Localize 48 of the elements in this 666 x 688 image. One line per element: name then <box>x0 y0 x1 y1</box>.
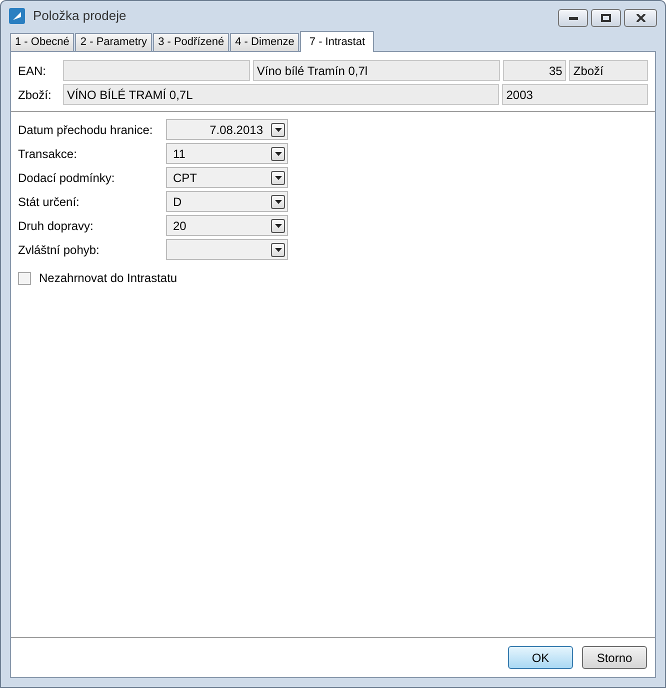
read-only-field: VÍNO BÍLÉ TRAMÍ 0,7L <box>62 84 500 105</box>
read-only-field: 35 <box>502 60 566 81</box>
dropdown-field[interactable]: CPT <box>166 167 288 188</box>
caret-icon <box>274 200 282 204</box>
field-label: EAN: <box>18 62 48 80</box>
close-button[interactable] <box>624 9 657 27</box>
read-only-field: 2003 <box>502 84 648 105</box>
field-label: Stát určení: <box>18 194 80 210</box>
dropdown-field[interactable]: D <box>166 191 288 212</box>
minimize-button[interactable] <box>558 9 588 27</box>
tab[interactable]: 3 - Podřízené <box>153 33 230 51</box>
close-icon <box>636 14 646 22</box>
field-label: Transakce: <box>18 146 78 162</box>
caret-icon <box>274 224 282 228</box>
tab[interactable]: 4 - Dimenze <box>230 33 300 51</box>
dialog-button[interactable]: Storno <box>582 646 647 669</box>
dropdown-field[interactable]: 7.08.2013 <box>166 119 288 140</box>
tab[interactable]: 1 - Obecné <box>10 33 74 51</box>
caret-icon <box>274 152 282 156</box>
field-label: Zboží: <box>18 86 52 104</box>
restore-icon <box>601 14 611 22</box>
app-logo-icon <box>9 8 25 24</box>
tab[interactable]: 7 - Intrastat <box>300 31 374 52</box>
dialog-button[interactable]: OK <box>508 646 573 669</box>
read-only-field: Víno bílé Tramín 0,7l <box>252 60 500 81</box>
dropdown-button[interactable] <box>271 146 285 160</box>
field-label: Dodací podmínky: <box>18 170 116 186</box>
field-label: Zvláštní pohyb: <box>18 242 100 258</box>
checkbox-label: Nezahrnovat do Intrastatu <box>39 270 178 287</box>
maximize-button[interactable] <box>591 9 621 27</box>
window-title: Položka prodeje <box>33 7 126 26</box>
read-only-field: Zboží <box>569 60 648 81</box>
dropdown-button[interactable] <box>271 170 285 184</box>
caret-icon <box>274 128 282 132</box>
dropdown-field[interactable]: 20 <box>166 215 288 236</box>
dropdown-button[interactable] <box>271 194 285 208</box>
dropdown-button[interactable] <box>271 218 285 232</box>
dropdown-field[interactable]: 11 <box>166 143 288 164</box>
checkbox[interactable] <box>18 272 31 284</box>
minimize-icon <box>568 16 578 20</box>
field-label: Druh dopravy: <box>18 218 94 234</box>
dropdown-button[interactable] <box>271 242 285 256</box>
tab[interactable]: 2 - Parametry <box>75 33 152 51</box>
dropdown-button[interactable] <box>271 122 285 136</box>
caret-icon <box>274 176 282 180</box>
dropdown-field[interactable] <box>166 239 288 260</box>
field-label: Datum přechodu hranice: <box>18 122 154 138</box>
caret-icon <box>274 248 282 252</box>
